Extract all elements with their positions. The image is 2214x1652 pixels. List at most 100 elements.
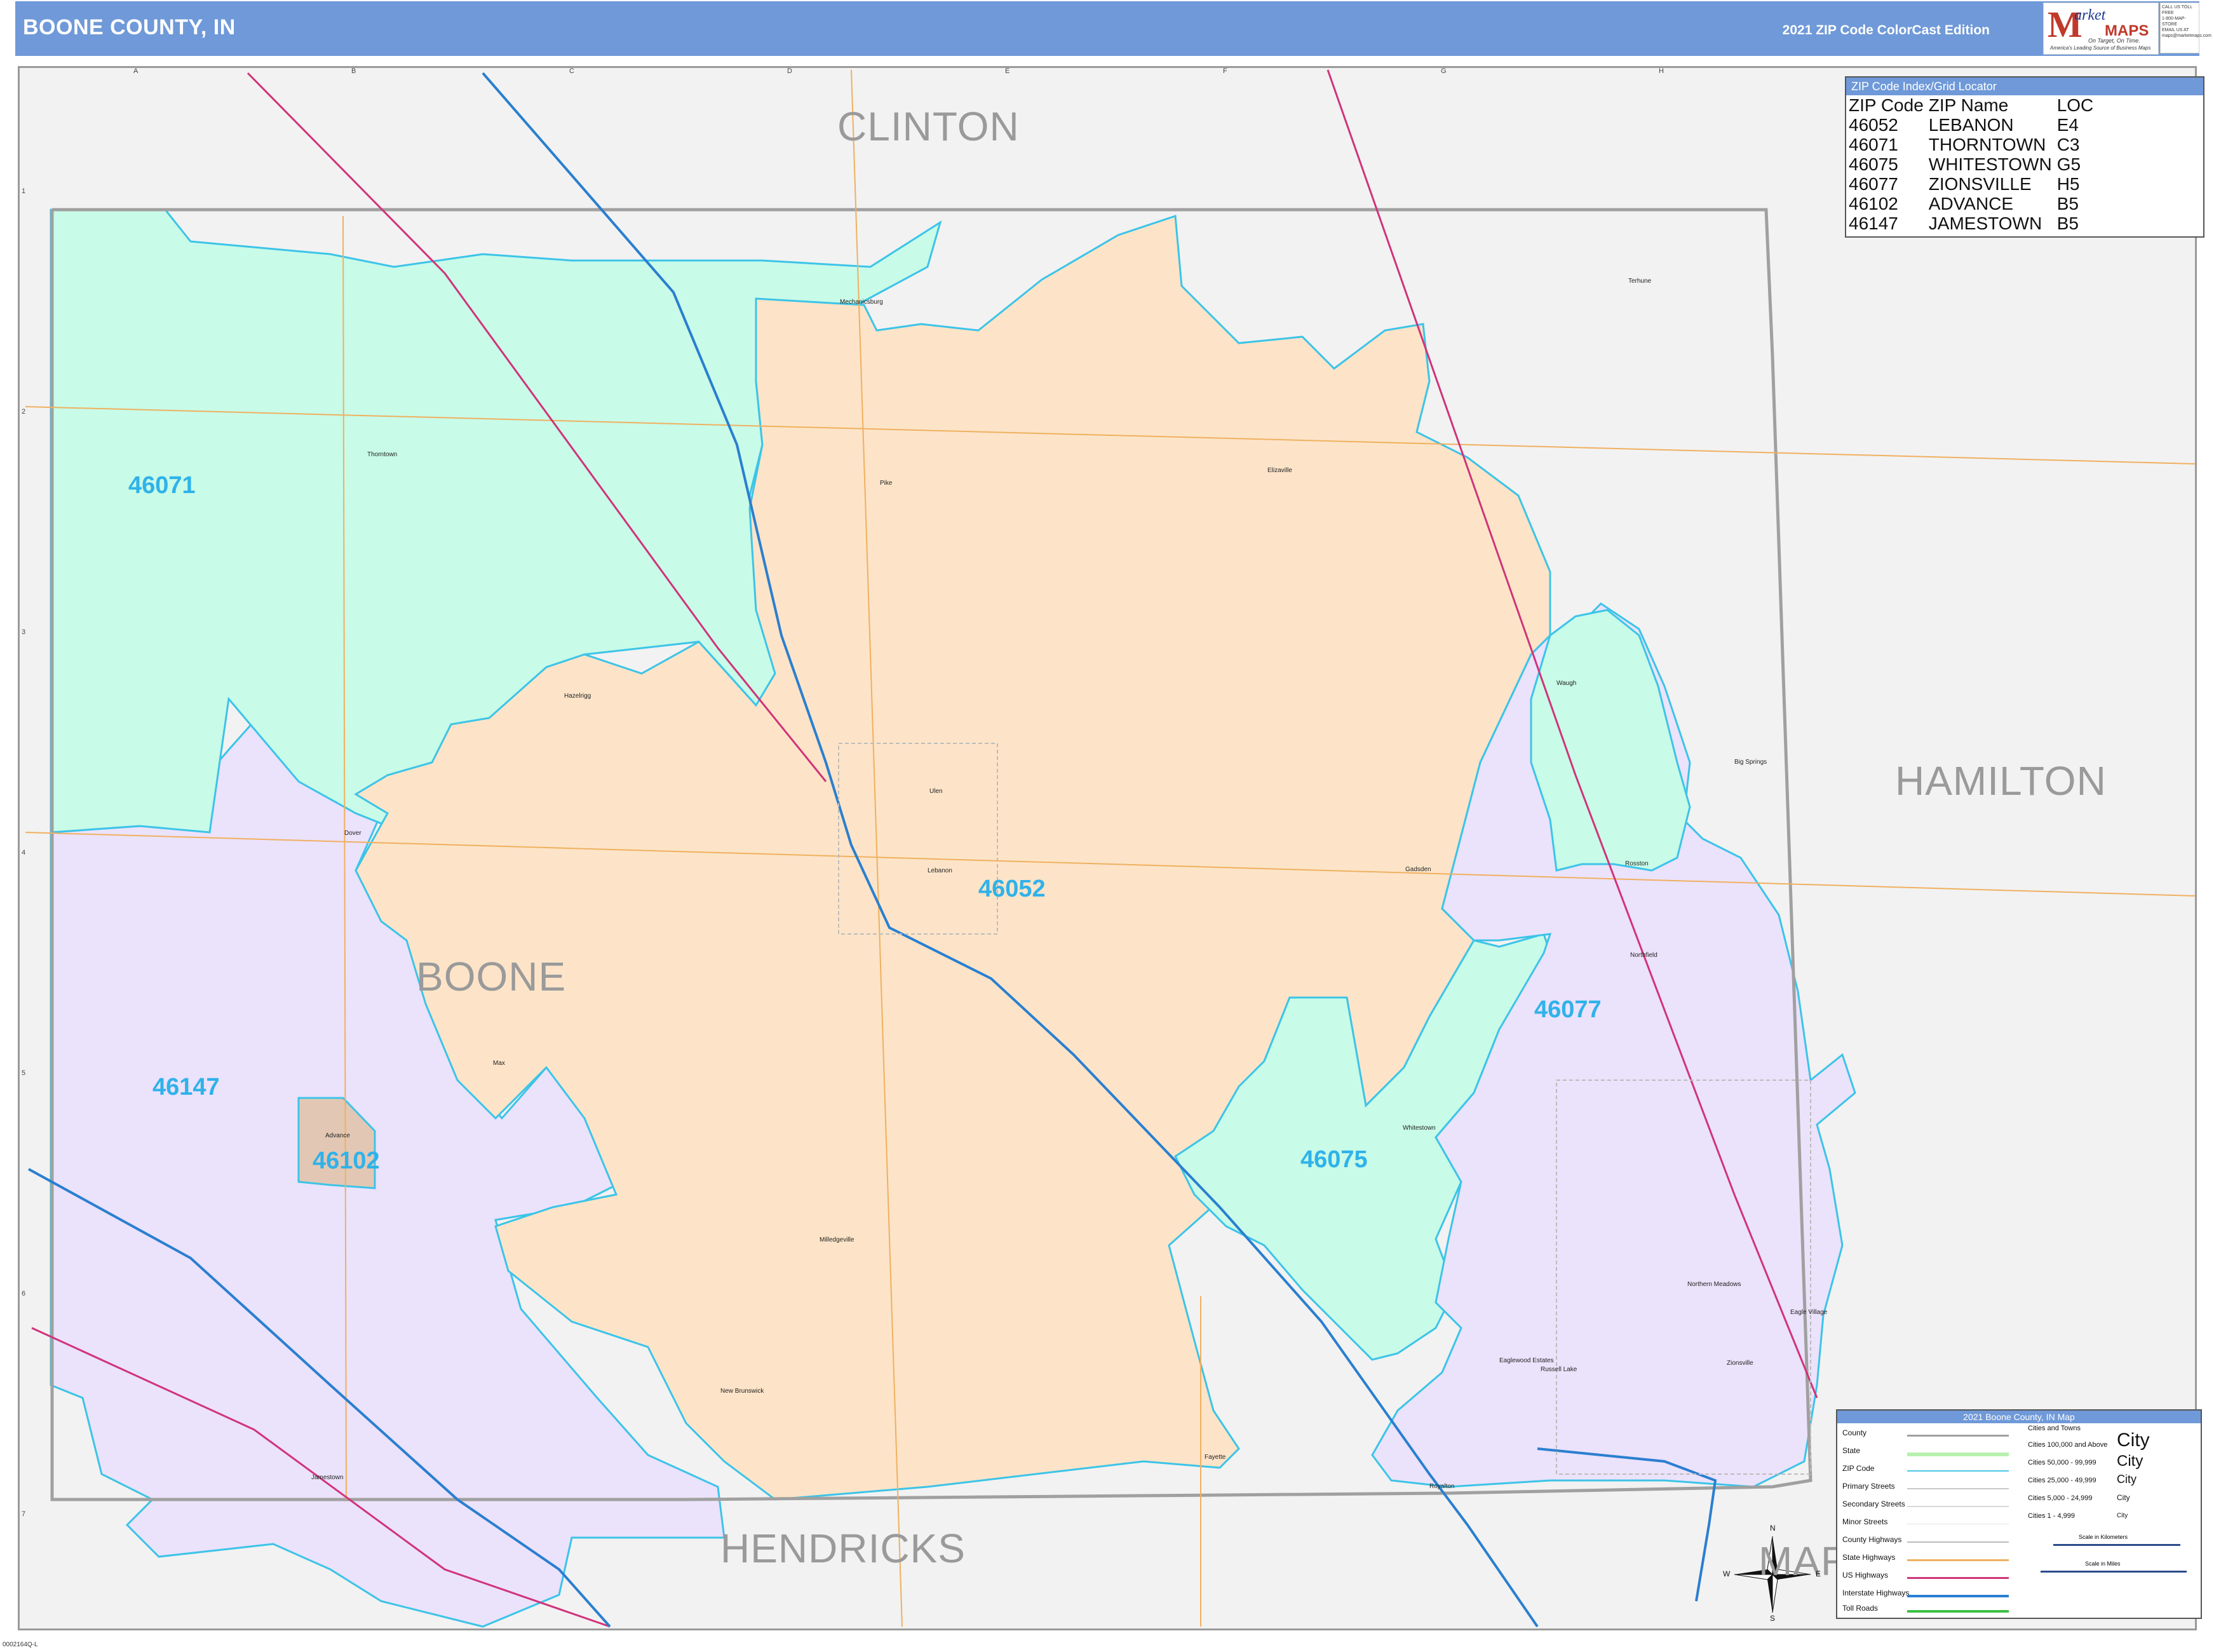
legend-item: Minor Streets [1842, 1517, 1888, 1526]
scale-mi-label: Scale in Miles [2085, 1561, 2121, 1567]
zip-code-cell: 46071 [1849, 135, 1898, 154]
footer-code: 0002164Q-L [3, 1641, 38, 1648]
zip-label-46147: 46147 [152, 1074, 220, 1100]
place-label: Ulen [929, 788, 943, 795]
zip-index-row: 46077 ZIONSVILLE H5 [1847, 174, 2097, 194]
zip-index-table: ZIP Code ZIP Name LOC 46052 LEBANON E4 4… [1847, 95, 2097, 233]
zip-loc-cell: H5 [2056, 174, 2080, 194]
place-label: Gadsden [1405, 866, 1431, 873]
place-label: Zionsville [1727, 1360, 1753, 1367]
zip-index-row: 46075 WHITESTOWN G5 [1847, 154, 2097, 174]
place-label: Russell Lake [1541, 1366, 1577, 1373]
zip-index-row: 46071 THORNTOWN C3 [1847, 135, 2097, 154]
legend-item: US Highways [1842, 1571, 1889, 1580]
city-tier-label: Cities 100,000 and Above [2028, 1441, 2108, 1449]
zip-code-cell: 46052 [1849, 115, 1898, 135]
zip-label-46077: 46077 [1534, 996, 1602, 1023]
city-sample: City [2117, 1493, 2130, 1502]
county-label-clinton: CLINTON [837, 104, 1020, 149]
zip-index-col: ZIP Name [1928, 95, 2009, 115]
grid-letter-c: C [569, 67, 574, 75]
zip-loc-cell: B5 [2056, 213, 2079, 233]
legend-swatch [1907, 1610, 2009, 1613]
grid-number-6: 6 [22, 1290, 26, 1297]
legend-item: County Highways [1842, 1535, 1902, 1544]
grid-letter-a: A [133, 67, 138, 75]
zip-name-cell: ADVANCE [1928, 194, 2014, 213]
scale-km-label: Scale in Kilometers [2079, 1534, 2128, 1540]
place-label: Whitestown [1403, 1125, 1436, 1132]
zip-code-cell: 46077 [1849, 174, 1898, 194]
zip-name-cell: THORNTOWN [1928, 135, 2046, 154]
scale-km-bar [2053, 1544, 2180, 1546]
place-label: Jamestown [311, 1474, 344, 1481]
place-label: Eagle Village [1790, 1309, 1828, 1316]
legend-swatch [1907, 1435, 2009, 1437]
zip-loc-cell: E4 [2056, 115, 2079, 135]
zip-name-cell: JAMESTOWN [1928, 213, 2042, 233]
grid-number-2: 2 [22, 408, 26, 416]
place-label: Elizaville [1267, 467, 1292, 474]
zip-index-row: 46102 ADVANCE B5 [1847, 194, 2097, 213]
legend-item: ZIP Code [1842, 1464, 1875, 1473]
compass-north: N [1770, 1524, 1776, 1533]
legend-item: Secondary Streets [1842, 1500, 1905, 1508]
zip-loc-cell: C3 [2056, 135, 2080, 154]
city-tier-label: Cities 25,000 - 49,999 [2028, 1477, 2096, 1484]
county-label-boone: BOONE [416, 954, 567, 999]
scale-mi-bar [2041, 1571, 2187, 1573]
place-label: Rosston [1625, 860, 1649, 867]
county-label-hamilton: HAMILTON [1895, 758, 2107, 804]
compass-south: S [1770, 1614, 1776, 1623]
legend-swatch [1907, 1506, 2009, 1507]
legend-swatch [1907, 1470, 2009, 1472]
legend-swatch [1907, 1488, 2009, 1489]
grid-letter-h: H [1659, 67, 1664, 75]
legend-swatch [1907, 1595, 2009, 1597]
grid-number-1: 1 [22, 187, 26, 195]
zip-name-cell: WHITESTOWN [1928, 154, 2052, 174]
zip-index-row: 46052 LEBANON E4 [1847, 115, 2097, 135]
city-sample: City [2117, 1430, 2150, 1451]
place-label: Milledgeville [820, 1236, 854, 1243]
zip-label-46052: 46052 [978, 876, 1046, 902]
map-legend: 2021 Boone County, IN Map County State Z… [1836, 1409, 2202, 1619]
grid-letter-d: D [787, 67, 792, 75]
legend-item: Toll Roads [1842, 1604, 1879, 1613]
zip-code-cell: 46147 [1849, 213, 1898, 233]
zip-loc-cell: G5 [2056, 154, 2081, 174]
place-label: Thorntown [367, 451, 398, 458]
city-tier-label: Cities 5,000 - 24,999 [2028, 1494, 2093, 1502]
place-label: Waugh [1556, 680, 1577, 687]
city-tier-label: Cities 1 - 4,999 [2028, 1512, 2075, 1520]
city-sample: City [2117, 1452, 2143, 1470]
city-sample: City [2117, 1512, 2128, 1519]
zip-name-cell: LEBANON [1928, 115, 2014, 135]
place-label: Mechanicsburg [840, 299, 883, 306]
legend-item: Primary Streets [1842, 1482, 1895, 1491]
place-label: Advance [325, 1132, 350, 1139]
grid-letter-e: E [1005, 67, 1010, 75]
map-canvas[interactable] [0, 0, 2214, 1652]
zip-name-cell: ZIONSVILLE [1928, 174, 2032, 194]
zip-index-col: ZIP Code [1849, 95, 1924, 115]
place-label: Eaglewood Estates [1499, 1357, 1554, 1364]
zip-label-46102: 46102 [313, 1148, 380, 1174]
place-label: Terhune [1628, 278, 1652, 285]
place-label: Northern Meadows [1687, 1281, 1741, 1288]
place-label: Northfield [1630, 952, 1657, 959]
compass-east: E [1816, 1569, 1821, 1578]
place-label: New Brunswick [720, 1388, 764, 1395]
grid-number-7: 7 [22, 1510, 26, 1518]
legend-item: State [1842, 1446, 1861, 1455]
place-label: Hazelrigg [564, 693, 591, 700]
compass-west: W [1723, 1569, 1731, 1578]
legend-item: County [1842, 1428, 1867, 1437]
grid-number-5: 5 [22, 1069, 26, 1077]
zip-index-row: 46147 JAMESTOWN B5 [1847, 213, 2097, 233]
place-label: Lebanon [928, 867, 952, 874]
city-tier-label: Cities 50,000 - 99,999 [2028, 1459, 2096, 1466]
place-label: Fayette [1205, 1454, 1226, 1461]
legend-swatch [1907, 1541, 2009, 1543]
zip-index-header-row: ZIP Code ZIP Name LOC [1847, 95, 2097, 115]
